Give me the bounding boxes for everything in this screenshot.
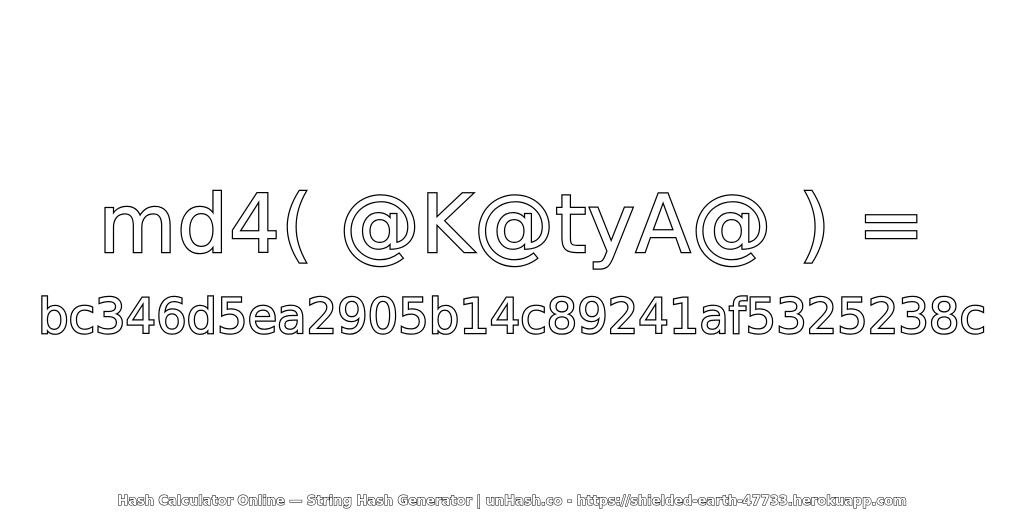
hash-expression: md4( @K@tyA@ ) =: [97, 177, 926, 273]
hash-image: md4( @K@tyA@ ) = bc346d5ea2905b14c89241a…: [0, 0, 1024, 512]
hash-result: bc346d5ea2905b14c89241af5325238c: [37, 288, 987, 347]
footer-credit: Hash Calculator Online — String Hash Gen…: [117, 494, 907, 510]
